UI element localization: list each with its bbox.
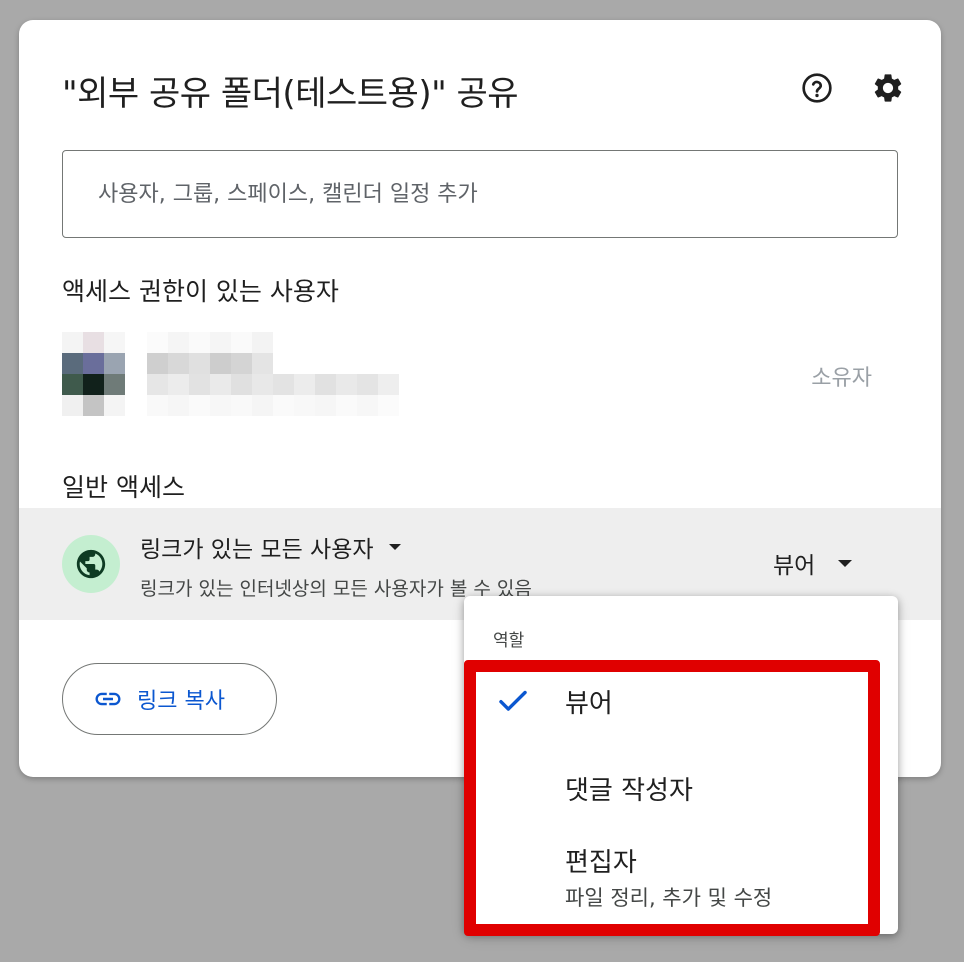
- globe-icon: [76, 549, 106, 579]
- role-option-editor[interactable]: 편집자 파일 정리, 추가 및 수정: [464, 836, 898, 926]
- help-circle-icon: [802, 73, 832, 103]
- role-dropdown-menu: 역할 뷰어 댓글 작성자 편집자 파일 정리, 추가 및 수정: [464, 596, 898, 934]
- globe-badge: [62, 535, 120, 593]
- help-button[interactable]: [799, 70, 835, 106]
- caret-down-icon: [388, 544, 401, 550]
- copy-link-label: 링크 복사: [137, 689, 225, 714]
- role-option-description: 파일 정리, 추가 및 수정: [565, 886, 773, 910]
- dialog-title: "외부 공유 폴더(테스트용)" 공유: [62, 74, 519, 114]
- general-access-heading: 일반 액세스: [62, 473, 185, 502]
- avatar: [62, 332, 125, 416]
- caret-down-icon: [838, 559, 853, 567]
- checkmark-icon: [499, 690, 527, 711]
- role-option-viewer[interactable]: 뷰어: [464, 666, 898, 736]
- copy-link-button[interactable]: 링크 복사: [62, 663, 277, 735]
- people-with-access-heading: 액세스 권한이 있는 사용자: [62, 277, 339, 306]
- user-row-owner: 소유자: [62, 332, 898, 416]
- link-scope-dropdown[interactable]: 링크가 있는 모든 사용자: [140, 530, 402, 564]
- role-option-label: 편집자: [565, 848, 637, 878]
- settings-button[interactable]: [870, 70, 906, 106]
- role-option-label: 뷰어: [565, 689, 613, 719]
- link-icon: [95, 692, 121, 706]
- owner-role-label: 소유자: [811, 366, 872, 391]
- add-people-input[interactable]: [62, 150, 898, 238]
- role-option-label: 댓글 작성자: [565, 776, 693, 806]
- role-menu-header: 역할: [493, 631, 525, 651]
- general-role-dropdown[interactable]: 뷰어: [773, 546, 853, 580]
- link-scope-label: 링크가 있는 모든 사용자: [140, 537, 374, 563]
- redacted-user-info: [147, 332, 402, 416]
- gear-icon: [874, 74, 902, 102]
- role-option-commenter[interactable]: 댓글 작성자: [464, 756, 898, 826]
- general-role-label: 뷰어: [773, 553, 816, 579]
